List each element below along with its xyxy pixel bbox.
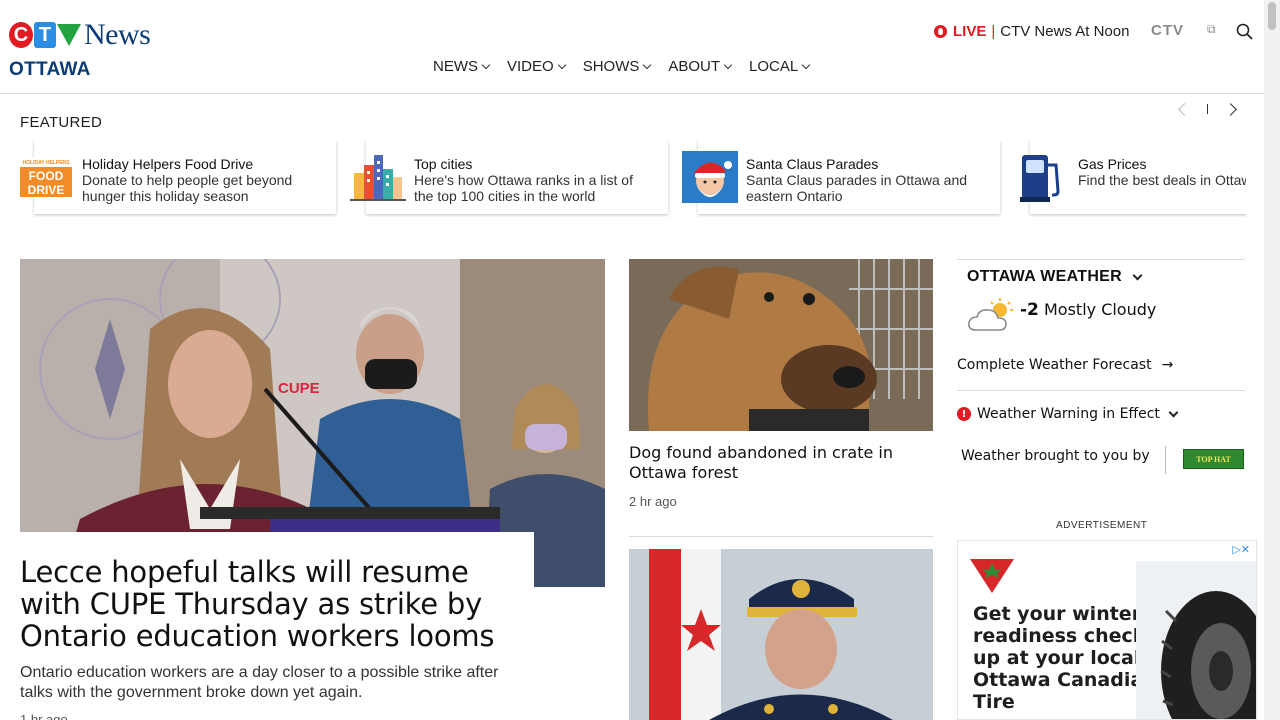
nav-news[interactable]: NEWS — [433, 58, 491, 75]
forecast-link-label: Complete Weather Forecast — [957, 357, 1152, 373]
weather-heading[interactable]: OTTAWA WEATHER — [967, 268, 1143, 286]
nav-shows-label: SHOWS — [582, 58, 640, 75]
chevron-down-icon — [802, 60, 811, 69]
weather-sponsor-text: Weather brought to you by — [961, 448, 1150, 464]
divider — [957, 390, 1245, 391]
cupe-sign-text: CUPE — [278, 380, 320, 397]
ad-copy: Get your winter readiness check-up at yo… — [973, 603, 1157, 713]
live-program: CTV News At Noon — [1000, 23, 1130, 40]
rcmp-story-image[interactable] — [629, 549, 933, 720]
arrow-right-icon: → — [1161, 357, 1174, 373]
external-link-icon: ⧉ — [1207, 22, 1216, 36]
card-title: Gas Prices — [1078, 156, 1147, 172]
nav-shows[interactable]: SHOWS — [582, 58, 652, 75]
chevron-down-icon — [481, 60, 491, 69]
nav-video[interactable]: VIDEO — [507, 58, 566, 75]
tire-image — [1136, 561, 1256, 719]
chevron-down-icon — [1132, 270, 1143, 280]
warning-label: Weather Warning in Effect — [977, 406, 1160, 422]
card-description: Here's how Ottawa ranks in a list of the… — [414, 172, 633, 204]
lead-timestamp: 1 hr ago — [20, 712, 68, 720]
dog-story-image[interactable] — [629, 259, 933, 431]
live-label: LIVE — [953, 23, 987, 40]
nav-about-label: ABOUT — [668, 58, 721, 75]
featured-carousel: HOLIDAY HELPERS FOOD DRIVE Holiday Helpe… — [18, 141, 1246, 217]
santa-thumbnail — [682, 151, 738, 203]
weather-temp: -2 — [1020, 300, 1039, 320]
chevron-down-icon — [643, 60, 652, 69]
featured-card[interactable]: HOLIDAY HELPERS FOOD DRIVE Holiday Helpe… — [18, 141, 336, 214]
site-header: C T News OTTAWA LIVE | CTV News At Noon … — [0, 0, 1264, 94]
nav-news-label: NEWS — [433, 58, 478, 75]
dog-photo — [629, 259, 933, 431]
nav-about[interactable]: ABOUT — [668, 58, 733, 75]
advertisement-label: ADVERTISEMENT — [1056, 520, 1148, 531]
live-separator: | — [991, 23, 996, 40]
dog-story-headline[interactable]: Dog found abandoned in crate in Ottawa f… — [629, 443, 933, 483]
card-description: Santa Claus parades in Ottawa and easter… — [746, 172, 968, 204]
thumb-food: FOOD — [29, 169, 64, 183]
canadian-tire-logo — [970, 559, 1014, 593]
warning-icon: ! — [957, 407, 971, 421]
divider — [1165, 446, 1166, 474]
thumb-holiday-helpers: HOLIDAY HELPERS — [23, 160, 71, 166]
dog-story-timestamp: 2 hr ago — [629, 494, 677, 509]
sponsor-logo-text: TOP HAT — [1196, 454, 1231, 464]
weather-warning[interactable]: ! Weather Warning in Effect — [957, 406, 1179, 422]
logo-c: C — [9, 22, 33, 48]
card-title: Top cities — [414, 156, 473, 172]
thumb-drive: DRIVE — [28, 183, 65, 197]
divider — [957, 259, 1245, 260]
next-arrow-icon[interactable] — [1224, 102, 1237, 116]
page-scrollbar[interactable] — [1264, 0, 1280, 720]
main-nav: NEWS VIDEO SHOWS ABOUT LOCAL — [433, 58, 827, 75]
featured-card[interactable]: Gas Prices Find the best deals in Ottawa… — [1014, 141, 1246, 214]
lead-headline[interactable]: Lecce hopeful talks will resume with CUP… — [20, 556, 520, 652]
card-description: Find the best deals in Ottawa as prices … — [1078, 172, 1246, 188]
weather-condition: Mostly Cloudy — [1043, 300, 1157, 319]
ctv-news-logo[interactable]: C T News — [9, 18, 151, 52]
adchoices-icon[interactable]: ▷✕ — [1232, 543, 1250, 556]
scrollbar-thumb[interactable] — [1268, 2, 1276, 30]
logo-v — [57, 24, 81, 46]
chevron-down-icon — [723, 60, 733, 69]
divider — [629, 536, 933, 537]
gas-pump-thumbnail — [1020, 155, 1060, 202]
mostly-cloudy-icon — [968, 298, 1013, 331]
nav-video-label: VIDEO — [507, 58, 554, 75]
card-title: Holiday Helpers Food Drive — [82, 156, 254, 172]
weather-current: -2 Mostly Cloudy — [1020, 300, 1156, 320]
card-description: Donate to help people get beyond hunger … — [82, 172, 293, 204]
search-icon[interactable] — [1236, 23, 1253, 40]
live-link[interactable]: LIVE | CTV News At Noon — [934, 23, 1129, 40]
featured-pager — [1178, 102, 1237, 116]
chevron-down-icon — [557, 60, 566, 69]
nav-local-label: LOCAL — [749, 58, 799, 75]
featured-card[interactable]: Top cities Here's how Ottawa ranks in a … — [350, 141, 668, 214]
logo-news: News — [84, 18, 151, 51]
pager-divider — [1207, 104, 1208, 114]
ctv-link[interactable]: CTV — [1151, 22, 1184, 39]
city-buildings-thumbnail — [350, 155, 406, 201]
city-name[interactable]: OTTAWA — [9, 59, 91, 81]
rcmp-officer-photo — [629, 549, 933, 720]
nav-local[interactable]: LOCAL — [749, 58, 811, 75]
live-icon — [934, 25, 947, 38]
weather-title: OTTAWA WEATHER — [967, 268, 1122, 285]
logo-t: T — [34, 22, 56, 48]
sponsor-logo[interactable]: TOP HAT — [1183, 449, 1244, 469]
prev-arrow-icon[interactable] — [1178, 102, 1191, 116]
featured-card[interactable]: Santa Claus Parades Santa Claus parades … — [682, 141, 1000, 214]
card-title: Santa Claus Parades — [746, 156, 879, 172]
chevron-down-icon — [1168, 407, 1179, 417]
featured-heading: FEATURED — [20, 114, 103, 131]
food-drive-thumbnail: HOLIDAY HELPERS FOOD DRIVE — [20, 157, 72, 197]
advertisement[interactable]: ▷✕ Get your winter readiness check-up at… — [957, 540, 1257, 720]
lead-summary: Ontario education workers are a day clos… — [20, 664, 499, 701]
complete-forecast-link[interactable]: Complete Weather Forecast → — [957, 357, 1173, 373]
